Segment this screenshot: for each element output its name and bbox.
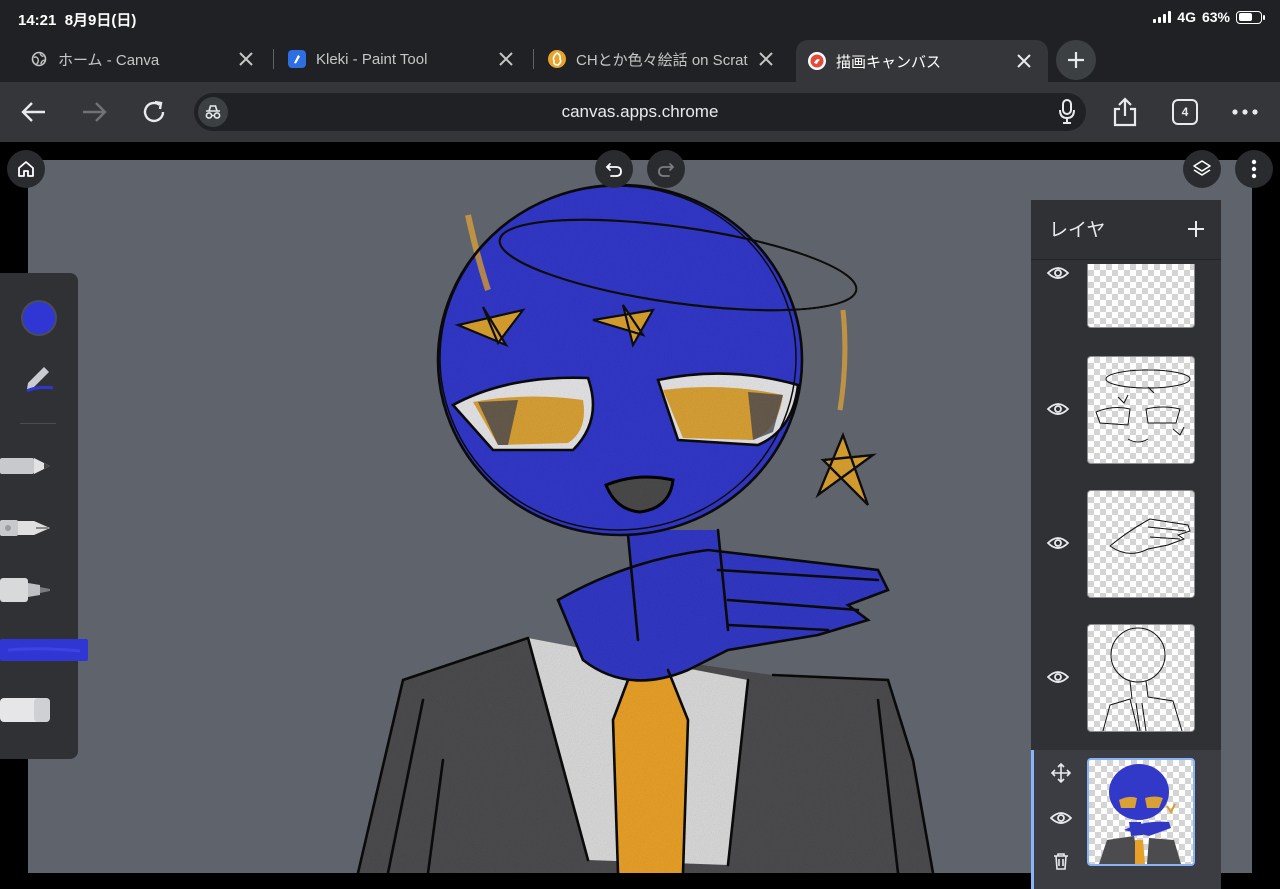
layer-item[interactable] <box>1031 490 1221 598</box>
move-layer-icon[interactable] <box>1048 760 1074 786</box>
redo-icon <box>658 163 675 177</box>
marker-icon <box>0 578 50 602</box>
close-icon[interactable] <box>234 47 258 71</box>
battery-percent: 63% <box>1201 9 1230 25</box>
home-icon <box>18 161 34 177</box>
star-side <box>815 431 878 506</box>
signal-icon <box>1153 11 1172 23</box>
crayon-tool[interactable] <box>0 635 90 670</box>
tab-count: 4 <box>1172 99 1198 125</box>
eraser-icon <box>0 698 50 722</box>
tab-divider <box>273 49 274 69</box>
tab-strip: ホーム - Canva Kleki - Paint Tool CHとか色々絵話 … <box>0 36 1280 82</box>
plus-icon <box>1068 52 1084 68</box>
layer-thumbnail <box>1087 490 1195 598</box>
layer-thumbnail <box>1087 264 1195 328</box>
layer-item[interactable] <box>1031 260 1221 334</box>
visibility-eye-icon[interactable] <box>1045 530 1071 556</box>
layers-icon <box>1193 160 1211 176</box>
layer-item[interactable] <box>1031 624 1221 732</box>
pencil-settings-icon <box>26 367 54 393</box>
canvas-menu-button[interactable] <box>1235 150 1273 188</box>
tool-panel <box>0 273 88 759</box>
layers-toggle-button[interactable] <box>1183 150 1221 188</box>
reload-icon <box>143 100 165 123</box>
delete-layer-icon[interactable] <box>1048 848 1074 874</box>
share-icon <box>1113 97 1137 127</box>
layers-title: レイヤ <box>1049 220 1106 241</box>
tab-title: CHとか色々絵話 on Scrat <box>576 51 748 69</box>
more-menu-button[interactable] <box>1227 94 1263 130</box>
reload-button[interactable] <box>136 94 172 130</box>
more-horizontal-icon <box>1232 109 1258 115</box>
tab-kleki[interactable]: Kleki - Paint Tool <box>276 40 530 78</box>
add-layer-button[interactable] <box>1181 214 1211 244</box>
tab-canvas-app[interactable]: 描画キャンバス <box>796 40 1048 82</box>
globe-icon <box>30 50 48 68</box>
microphone-icon[interactable] <box>1058 99 1076 130</box>
undo-icon <box>605 163 622 177</box>
color-picker-button[interactable] <box>21 300 57 336</box>
share-button[interactable] <box>1107 94 1143 130</box>
new-tab-button[interactable] <box>1056 40 1096 80</box>
close-icon[interactable] <box>754 47 778 71</box>
tab-title: ホーム - Canva <box>58 51 160 69</box>
canvas-app-icon <box>808 52 826 70</box>
forward-button[interactable] <box>76 94 112 130</box>
fountain-pen-icon <box>0 520 50 536</box>
plus-icon <box>1188 221 1204 237</box>
pencil-tool[interactable] <box>0 449 52 488</box>
tab-title: Kleki - Paint Tool <box>316 50 428 68</box>
tab-canva[interactable]: ホーム - Canva <box>18 40 270 78</box>
status-indicators: 4G 63% <box>1153 9 1265 25</box>
visibility-eye-icon[interactable] <box>1045 396 1071 422</box>
browser-toolbar: canvas.apps.chrome 4 <box>0 82 1280 142</box>
forward-arrow-icon <box>83 102 107 122</box>
undo-button[interactable] <box>595 150 633 188</box>
back-button[interactable] <box>16 94 52 130</box>
close-icon[interactable] <box>1012 49 1036 73</box>
tab-switcher-button[interactable]: 4 <box>1167 94 1203 130</box>
tab-scratch[interactable]: CHとか色々絵話 on Scrat <box>536 40 790 78</box>
status-bar: 14:21 8月9日(日) 4G 63% <box>0 0 1280 36</box>
tool-divider <box>20 423 56 424</box>
layer-thumbnail <box>1087 624 1195 732</box>
home-button[interactable] <box>7 150 45 188</box>
scratch-icon <box>548 50 566 68</box>
kleki-icon <box>288 50 306 68</box>
status-time: 14:21 8月9日(日) <box>18 12 137 29</box>
visibility-eye-icon[interactable] <box>1045 260 1071 286</box>
network-label: 4G <box>1177 9 1196 25</box>
fountain-pen-tool[interactable] <box>0 511 52 550</box>
status-date: 8月9日(日) <box>64 12 137 29</box>
visibility-eye-icon[interactable] <box>1048 805 1074 831</box>
close-icon[interactable] <box>494 47 518 71</box>
pencil-icon <box>0 458 50 474</box>
layers-header: レイヤ <box>1031 200 1221 260</box>
tie-shape <box>613 670 688 873</box>
crayon-icon <box>0 639 88 661</box>
battery-icon <box>1236 10 1265 24</box>
address-bar[interactable]: canvas.apps.chrome <box>194 93 1086 131</box>
url-text: canvas.apps.chrome <box>561 102 719 121</box>
visibility-eye-icon[interactable] <box>1045 664 1071 690</box>
tab-title: 描画キャンバス <box>836 53 942 71</box>
tab-divider <box>533 49 534 69</box>
back-arrow-icon <box>21 102 45 122</box>
redo-button[interactable] <box>647 150 685 188</box>
layer-thumbnail <box>1087 356 1195 464</box>
marker-tool[interactable] <box>0 573 52 612</box>
layer-item-selected[interactable] <box>1031 750 1221 889</box>
more-vertical-icon <box>1251 159 1257 179</box>
web-page: レイヤ <box>0 142 1280 889</box>
eraser-tool[interactable] <box>0 695 52 730</box>
layer-thumbnail <box>1087 758 1195 866</box>
layer-item[interactable] <box>1031 356 1221 464</box>
pen-settings-button[interactable] <box>22 359 56 400</box>
layers-panel: レイヤ <box>1031 200 1221 889</box>
